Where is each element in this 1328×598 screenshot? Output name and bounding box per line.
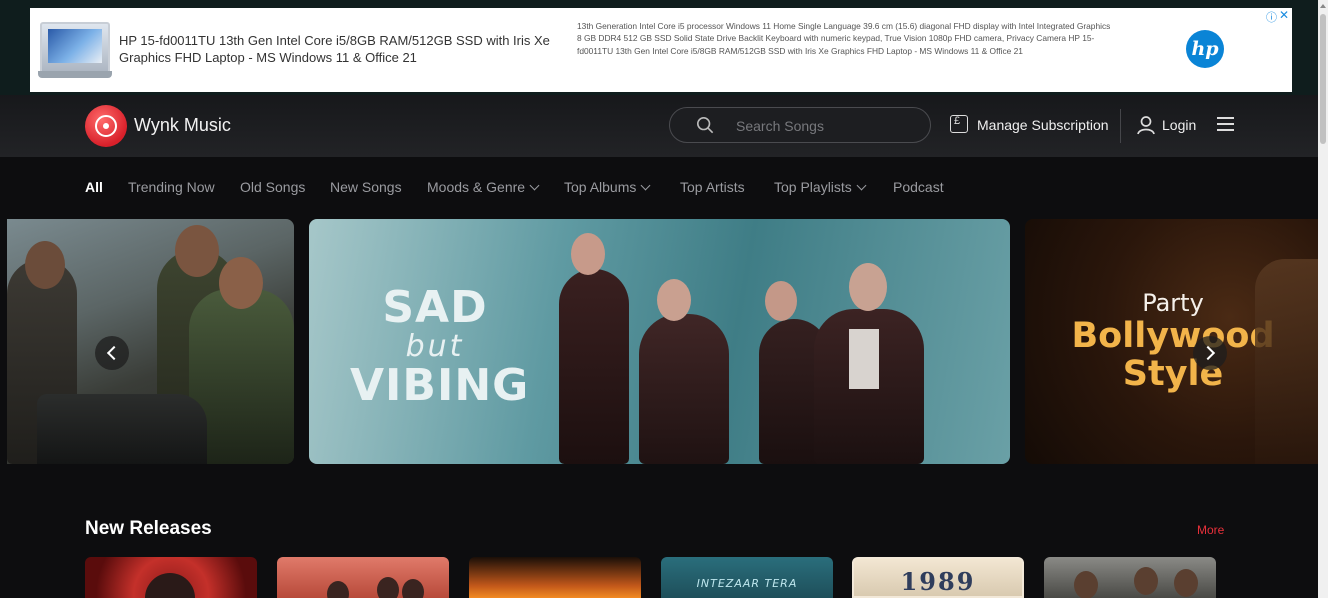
ad-description[interactable]: 13th Generation Intel Core i5 processor … bbox=[577, 20, 1117, 57]
chevron-down-icon bbox=[856, 180, 867, 191]
info-icon[interactable]: ⓘ bbox=[1266, 9, 1277, 25]
page-scrollbar[interactable] bbox=[1318, 0, 1328, 598]
chevron-down-icon bbox=[529, 180, 540, 191]
release-card-title: 1989 bbox=[900, 567, 976, 596]
ad-title[interactable]: HP 15-fd0011TU 13th Gen Intel Core i5/8G… bbox=[119, 32, 569, 66]
carousel-slide-main[interactable]: SAD but VIBING bbox=[309, 219, 1010, 464]
nav-item-top-artists[interactable]: Top Artists bbox=[680, 179, 745, 195]
category-nav: All Trending Now Old Songs New Songs Moo… bbox=[0, 157, 1318, 217]
carousel-next-button[interactable] bbox=[1193, 336, 1227, 370]
nav-item-top-albums[interactable]: Top Albums bbox=[564, 179, 651, 195]
nav-label: Top Playlists bbox=[774, 179, 852, 195]
slide-line-2: but bbox=[405, 329, 465, 364]
nav-item-top-playlists[interactable]: Top Playlists bbox=[774, 179, 867, 195]
release-card-3[interactable] bbox=[469, 557, 641, 598]
ad-banner-area: HP 15-fd0011TU 13th Gen Intel Core i5/8G… bbox=[0, 0, 1328, 95]
scroll-up-arrow-icon[interactable] bbox=[1320, 4, 1326, 8]
top-header: Wynk Music Manage Subscription Login bbox=[0, 95, 1318, 157]
search-icon[interactable] bbox=[696, 116, 714, 134]
chevron-down-icon bbox=[640, 180, 651, 191]
nav-item-podcast[interactable]: Podcast bbox=[893, 179, 944, 195]
nav-label: Top Albums bbox=[564, 179, 637, 195]
close-icon[interactable]: ✕ bbox=[1279, 8, 1289, 22]
slide-line-3: VIBING bbox=[350, 360, 530, 411]
slide-line-1: SAD bbox=[382, 282, 488, 333]
login-button[interactable]: Login bbox=[1162, 117, 1196, 133]
laptop-image[interactable] bbox=[38, 22, 112, 78]
search-input[interactable] bbox=[736, 115, 916, 137]
nav-label: Moods & Genre bbox=[427, 179, 526, 195]
carousel-prev-button[interactable] bbox=[95, 336, 129, 370]
nav-item-trending-now[interactable]: Trending Now bbox=[128, 179, 215, 195]
ad-banner[interactable]: HP 15-fd0011TU 13th Gen Intel Core i5/8G… bbox=[30, 8, 1292, 92]
brand-name[interactable]: Wynk Music bbox=[134, 115, 231, 136]
release-card-title: INTEZAAR TERA bbox=[696, 577, 798, 590]
carousel-slide-prev[interactable] bbox=[7, 219, 294, 464]
header-divider bbox=[1120, 109, 1121, 143]
release-card-4[interactable]: INTEZAAR TERA bbox=[661, 557, 833, 598]
subscription-icon[interactable] bbox=[950, 115, 968, 133]
manage-subscription-link[interactable]: Manage Subscription bbox=[977, 117, 1109, 133]
search-bar[interactable] bbox=[669, 107, 931, 143]
nav-item-new-songs[interactable]: New Songs bbox=[330, 179, 402, 195]
more-link[interactable]: More bbox=[1197, 523, 1224, 537]
carousel-slide-next[interactable]: Party Bollywood Style bbox=[1025, 219, 1318, 464]
user-icon[interactable] bbox=[1136, 115, 1156, 135]
slide-headline: SAD but VIBING bbox=[350, 282, 530, 411]
scroll-thumb[interactable] bbox=[1320, 14, 1326, 144]
nav-item-old-songs[interactable]: Old Songs bbox=[240, 179, 305, 195]
release-card-5[interactable]: 1989 bbox=[852, 557, 1024, 598]
nav-item-moods-genre[interactable]: Moods & Genre bbox=[427, 179, 540, 195]
wynk-logo-icon[interactable] bbox=[85, 105, 127, 147]
hp-logo[interactable]: hp bbox=[1186, 30, 1224, 68]
section-title-new-releases: New Releases bbox=[85, 518, 212, 539]
nav-item-all[interactable]: All bbox=[85, 179, 103, 195]
hamburger-menu-icon[interactable] bbox=[1217, 117, 1234, 131]
release-card-6[interactable] bbox=[1044, 557, 1216, 598]
release-card-2[interactable] bbox=[277, 557, 449, 598]
release-card-1[interactable] bbox=[85, 557, 257, 598]
